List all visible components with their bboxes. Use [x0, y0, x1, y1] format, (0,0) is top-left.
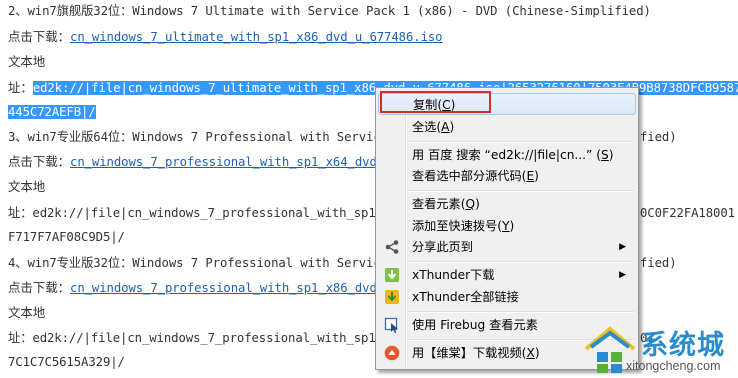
menu-item-xthunder-all-links[interactable]: xThunder全部链接 — [378, 286, 636, 308]
menu-item-label: 用【维棠】下载视频(X) — [412, 346, 540, 360]
ed2k-line-pro64-cont: F717F7AF08C9D5|/ — [8, 230, 125, 244]
win7-pro-64-title: 3、win7专业版64位：Windows 7 Professional with… — [8, 130, 381, 144]
submenu-arrow-icon: ▶ — [619, 242, 626, 252]
win7-pro-32-title-end: fied) — [640, 256, 677, 270]
menu-item-label: xThunder全部链接 — [412, 290, 519, 304]
watermark-word: 系统城 — [641, 330, 725, 361]
download-link-ultimate-x86[interactable]: cn_windows_7_ultimate_with_sp1_x86_dvd_u… — [70, 30, 443, 44]
menu-item-inspect-element[interactable]: 查看元素(Q) — [378, 193, 636, 215]
menu-separator — [408, 141, 634, 143]
menu-item-share-page[interactable]: 分享此页到 ▶ — [378, 236, 636, 258]
win7-ultimate-32-title: 2、win7旗舰版32位：Windows 7 Ultimate with Ser… — [8, 4, 651, 18]
firebug-inspect-icon — [384, 317, 400, 333]
menu-item-label: 复制(C) — [413, 98, 456, 112]
menu-separator — [408, 261, 634, 263]
download-link-pro-x64[interactable]: cn_windows_7_professional_with_sp1_x64_d… — [70, 155, 384, 169]
menu-item-view-selection-source[interactable]: 查看选中部分源代码(E) — [378, 165, 636, 187]
ed2k-line-pro64: 址：ed2k://|file|cn_windows_7_professional… — [8, 206, 391, 220]
menu-item-label: 添加至快速拨号(Y) — [412, 219, 515, 233]
menu-item-label: 查看选中部分源代码(E) — [412, 169, 539, 183]
submenu-arrow-icon: ▶ — [619, 270, 626, 280]
ed2k-line-pro64-end: 0C0F22FA18001 — [640, 206, 735, 220]
win7-pro-64-title-end: fied) — [640, 130, 677, 144]
menu-item-copy[interactable]: 复制(C) — [378, 93, 636, 115]
menu-item-label: xThunder下载 — [412, 268, 495, 282]
menu-item-select-all[interactable]: 全选(A) — [378, 116, 636, 138]
menu-item-label: 用 百度 搜索 “ed2k://|file|cn...” (S) — [412, 148, 614, 162]
weitang-video-icon — [384, 345, 400, 361]
menu-separator — [408, 190, 634, 192]
text-address-label: 文本地 — [8, 305, 46, 320]
menu-item-xthunder-download[interactable]: xThunder下载 ▶ — [378, 264, 636, 286]
download-prefix: 点击下载： — [8, 29, 71, 44]
menu-item-baidu-search[interactable]: 用 百度 搜索 “ed2k://|file|cn...” (S) — [378, 144, 636, 166]
ed2k-line-ultimate-cont[interactable]: 445C72AEFB|/ — [8, 103, 96, 121]
download-line-ultimate: 点击下载：cn_windows_7_ultimate_with_sp1_x86_… — [8, 28, 443, 46]
menu-item-add-speed-dial[interactable]: 添加至快速拨号(Y) — [378, 215, 636, 237]
download-line-pro32: 点击下载：cn_windows_7_professional_with_sp1_… — [8, 279, 377, 297]
address-prefix: 址： — [8, 80, 33, 95]
site-watermark: 系统城 xitongcheng.com — [582, 322, 738, 378]
download-link-pro-x86[interactable]: cn_windows_7_professional_with_sp1_x86_d… — [70, 281, 377, 295]
win7-pro-32-title: 4、win7专业版32位：Windows 7 Professional with… — [8, 256, 381, 270]
text-address-label: 文本地 — [8, 54, 46, 69]
menu-item-label: 分享此页到 — [412, 240, 473, 254]
menu-item-label: 查看元素(Q) — [412, 197, 480, 211]
menu-item-label: 使用 Firebug 查看元素 — [412, 318, 538, 332]
download-line-pro64: 点击下载：cn_windows_7_professional_with_sp1_… — [8, 153, 384, 171]
share-icon — [384, 239, 400, 255]
xthunder-all-links-icon — [384, 289, 400, 305]
xthunder-download-icon — [384, 267, 400, 283]
watermark-url: xitongcheng.com — [626, 359, 721, 373]
download-prefix: 点击下载： — [8, 280, 71, 295]
ed2k-line-pro32-cont: 7C1C7C5615A329|/ — [8, 355, 125, 369]
menu-separator — [408, 311, 634, 313]
selected-ed2k-text-cont[interactable]: 445C72AEFB|/ — [8, 105, 96, 119]
text-address-label: 文本地 — [8, 179, 46, 194]
menu-item-label: 全选(A) — [412, 120, 455, 134]
ed2k-line-pro32: 址：ed2k://|file|cn_windows_7_professional… — [8, 331, 391, 345]
download-prefix: 点击下载： — [8, 154, 71, 169]
